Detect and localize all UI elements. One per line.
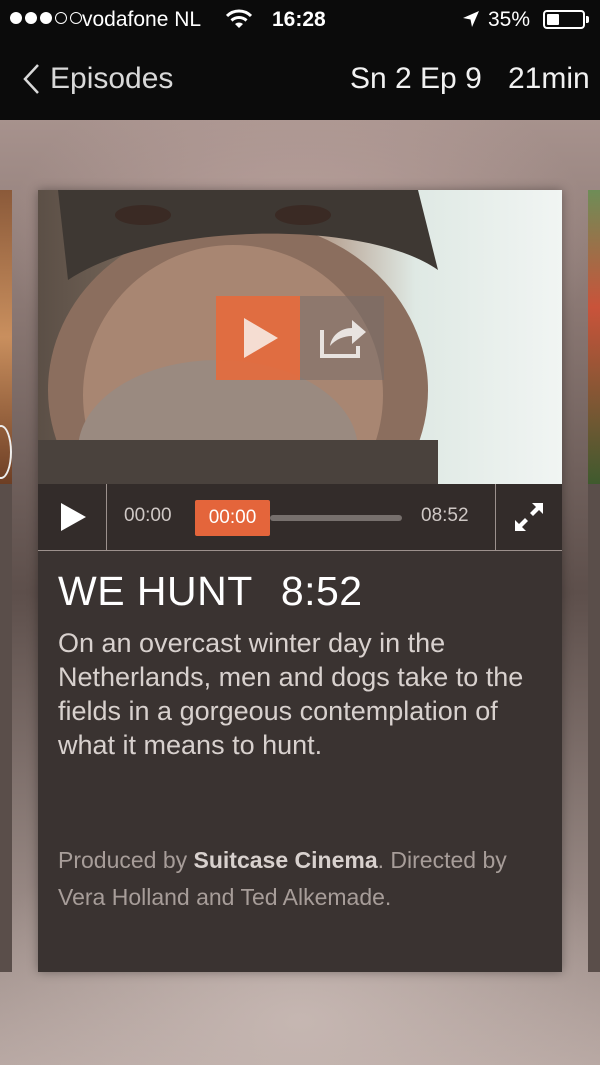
episode-title-row: WE HUNT 8:52 — [58, 568, 363, 615]
episode-duration: 21min — [508, 62, 590, 95]
status-bar: vodafone NL 16:28 35% — [0, 0, 600, 40]
player-play-button[interactable] — [38, 484, 107, 550]
navigation-bar: Episodes Sn 2 Ep 9 21min — [0, 40, 600, 120]
scrubber-handle[interactable]: 00:00 — [195, 500, 270, 536]
location-arrow-icon — [463, 11, 479, 27]
play-icon — [244, 318, 278, 358]
share-button[interactable] — [300, 296, 384, 380]
chevron-left-icon — [23, 64, 39, 94]
next-episode-card[interactable] — [588, 190, 600, 972]
episode-description: On an overcast winter day in the Netherl… — [58, 628, 524, 760]
current-time: 00:00 — [124, 505, 172, 526]
back-button[interactable]: Episodes — [22, 62, 173, 96]
play-icon — [61, 503, 86, 531]
share-icon — [320, 320, 366, 358]
signal-strength-icon — [10, 12, 82, 24]
status-time: 16:28 — [272, 8, 326, 31]
fullscreen-button[interactable] — [495, 484, 563, 550]
wifi-icon — [226, 9, 252, 28]
fullscreen-icon — [515, 503, 543, 531]
previous-episode-card[interactable] — [0, 190, 12, 972]
episode-number: Sn 2 Ep 9 — [350, 62, 482, 95]
progress-track[interactable] — [270, 515, 402, 521]
episode-length: 8:52 — [280, 568, 363, 614]
player-controls: 00:00 00:00 08:52 — [38, 484, 562, 551]
top-bar: vodafone NL 16:28 35% Episodes Sn 2 Ep 9… — [0, 0, 600, 120]
episode-credits: Produced by Suitcase Cinema. Directed by… — [58, 847, 507, 910]
play-button[interactable] — [216, 296, 300, 380]
battery-percentage: 35% — [488, 8, 531, 31]
producer-name: Suitcase Cinema — [193, 847, 378, 873]
video-thumbnail[interactable] — [38, 190, 562, 484]
back-label: Episodes — [50, 62, 174, 95]
total-time: 08:52 — [421, 505, 469, 526]
battery-icon — [543, 10, 589, 29]
carrier-name: vodafone NL — [82, 8, 202, 31]
episode-card: 00:00 00:00 08:52 WE HUNT 8:52 On an over… — [38, 190, 562, 972]
episode-title: WE HUNT — [58, 568, 253, 614]
